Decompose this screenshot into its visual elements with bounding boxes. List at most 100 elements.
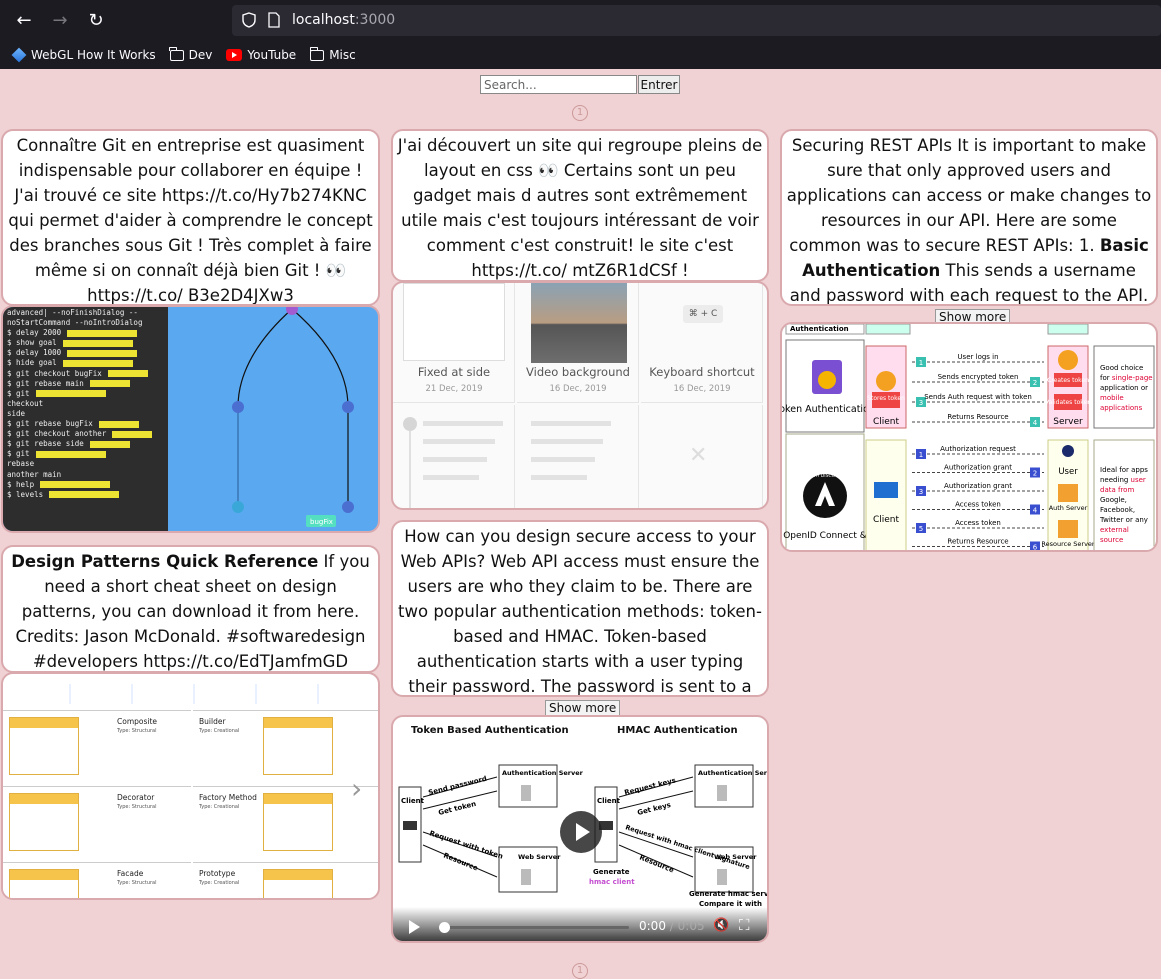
pattern-cell: Decorator Type: Structural	[3, 786, 191, 860]
step-number: 1	[919, 359, 923, 367]
post-card-rest: Securing REST APIs It is important to ma…	[780, 129, 1158, 306]
pattern-name: Factory Method	[199, 793, 257, 802]
svg-text:Client: Client	[873, 515, 900, 525]
pattern-type: Type: Creational	[199, 804, 240, 810]
placeholder-bar	[423, 457, 487, 462]
pattern-top-strip	[9, 684, 369, 704]
layout-tile[interactable]: Fixed at side 21 Dec, 2019	[393, 283, 515, 403]
terminal-line: $ delay 2000	[7, 328, 164, 338]
row1-name: Token Authentication	[782, 404, 875, 415]
svg-text:Resource: Resource	[638, 853, 675, 874]
play-icon[interactable]	[409, 920, 420, 934]
step-label: User logs in	[957, 353, 998, 361]
layout-tile[interactable]	[517, 405, 639, 508]
fullscreen-icon[interactable]: ⛶	[739, 916, 750, 934]
play-icon	[576, 823, 590, 841]
svg-text:hmac client: hmac client	[589, 878, 635, 886]
svg-text:Token Based Authentication: Token Based Authentication	[411, 725, 569, 736]
post-text: Design Patterns Quick Reference If you n…	[11, 552, 370, 671]
terminal-line: $ git rebase side	[7, 439, 164, 449]
terminal-line: $ git checkout another	[7, 429, 164, 439]
terminal-line: $ help	[7, 480, 164, 490]
bookmarks-bar: WebGL How It Works Dev YouTube Misc	[0, 42, 356, 68]
mute-icon[interactable]: 🔇	[713, 918, 729, 933]
layout-tile[interactable]: Video background 16 Dec, 2019	[517, 283, 639, 403]
seek-knob[interactable]	[439, 922, 450, 933]
url-bar[interactable]: localhost:3000	[232, 5, 1161, 36]
placeholder-bar	[531, 421, 611, 426]
video-seek-bar[interactable]	[439, 922, 629, 933]
chevron-right-icon[interactable]: ›	[351, 772, 362, 805]
show-more-button[interactable]: Show more	[545, 700, 621, 716]
shield-icon	[242, 12, 256, 28]
svg-text:OAUTH DISCOVERY: OAUTH DISCOVERY	[803, 473, 846, 479]
terminal-line: $ git	[7, 449, 164, 459]
tile-thumbnail: ⌘ + C	[683, 305, 723, 323]
post-text: How can you design secure access to your…	[398, 527, 762, 695]
post-image-git[interactable]: advanced| --noFinishDialog -- noStartComm…	[1, 305, 380, 533]
terminal-line: $ delay 1000	[7, 348, 164, 358]
tile-date: 16 Dec, 2019	[673, 384, 731, 394]
post-card-git: Connaître Git en entreprise est quasimen…	[1, 129, 380, 306]
layout-tile[interactable]	[393, 405, 515, 508]
pattern-type: Type: Creational	[199, 728, 240, 734]
bookmark-youtube[interactable]: YouTube	[226, 48, 296, 62]
forward-arrow-icon[interactable]: →	[48, 9, 72, 33]
terminal-panel: advanced| --noFinishDialog -- noStartComm…	[3, 307, 168, 531]
pattern-cell: Prototype Type: Creational	[193, 862, 378, 898]
post-image-css[interactable]: Fixed at side 21 Dec, 2019 Video backgroun…	[391, 281, 769, 510]
bookmark-misc[interactable]: Misc	[309, 46, 356, 62]
pagination-bottom[interactable]: 1	[572, 963, 588, 979]
svg-text:Generate: Generate	[593, 868, 630, 876]
terminal-line: $ levels	[7, 490, 164, 500]
bookmark-webgl[interactable]: WebGL How It Works	[11, 47, 156, 63]
pattern-diagram	[9, 869, 79, 898]
tile-title: Video background	[526, 365, 630, 379]
svg-text:Authentication Server: Authentication Server	[698, 769, 769, 777]
terminal-line: $ git checkout bugFix	[7, 369, 164, 379]
step-number: 5	[919, 525, 923, 533]
layout-tile[interactable]: ✕	[641, 405, 763, 508]
pattern-type: Type: Creational	[199, 880, 240, 886]
step-label: Returns Resource	[947, 538, 1008, 546]
terminal-line: advanced| --noFinishDialog --	[7, 308, 138, 317]
svg-text:Resource Server: Resource Server	[1041, 540, 1095, 548]
reload-icon[interactable]: ↻	[84, 9, 108, 33]
post-video-webapi[interactable]: Token Based Authentication HMAC Authenti…	[391, 715, 769, 943]
placeholder-bar	[423, 475, 479, 480]
layout-tile[interactable]: ⌘ + C Keyboard shortcut 16 Dec, 2019	[641, 283, 763, 403]
post-image-design-patterns[interactable]: Composite Type: Structural Builder Type: Cr…	[1, 672, 380, 900]
browser-chrome: ← → ↻ localhost:3000 WebGL How It Works …	[0, 0, 1161, 69]
pattern-cell: Composite Type: Structural	[3, 710, 191, 784]
terminal-line: $ git	[7, 389, 164, 399]
folder-icon	[309, 46, 325, 61]
pattern-diagram	[263, 869, 333, 898]
pattern-diagram	[9, 717, 79, 775]
play-overlay-button[interactable]	[560, 811, 602, 853]
step-label: Sends Auth request with token	[924, 393, 1032, 401]
youtube-icon	[226, 49, 243, 61]
page-icon	[268, 12, 280, 28]
search-input[interactable]	[480, 75, 637, 94]
step-label: Authorization request	[940, 445, 1016, 453]
svg-text:Authentication: Authentication	[790, 325, 849, 333]
svg-text:Creates token: Creates token	[1047, 377, 1089, 384]
bookmark-dev[interactable]: Dev	[169, 46, 212, 62]
pagination-top[interactable]: 1	[572, 105, 588, 121]
placeholder-bar	[531, 475, 587, 480]
pattern-name: Prototype	[199, 869, 236, 878]
step-number: 2	[1033, 379, 1037, 387]
pattern-name: Facade	[117, 869, 144, 878]
tile-date: 16 Dec, 2019	[549, 384, 607, 394]
step-number: 2	[1033, 470, 1037, 478]
back-arrow-icon[interactable]: ←	[12, 9, 36, 33]
terminal-line: checkout	[7, 398, 44, 408]
search-button[interactable]: Entrer	[638, 75, 680, 94]
post-image-rest[interactable]: Authentication Token Authentication Stor…	[780, 322, 1158, 552]
folder-icon	[169, 46, 184, 61]
svg-text:Generate hmac server: Generate hmac server	[689, 890, 769, 898]
pattern-type: Type: Structural	[117, 804, 157, 810]
pattern-name: Decorator	[117, 793, 155, 802]
tile-title: Keyboard shortcut	[649, 365, 755, 379]
tile-title: Fixed at side	[417, 365, 491, 379]
